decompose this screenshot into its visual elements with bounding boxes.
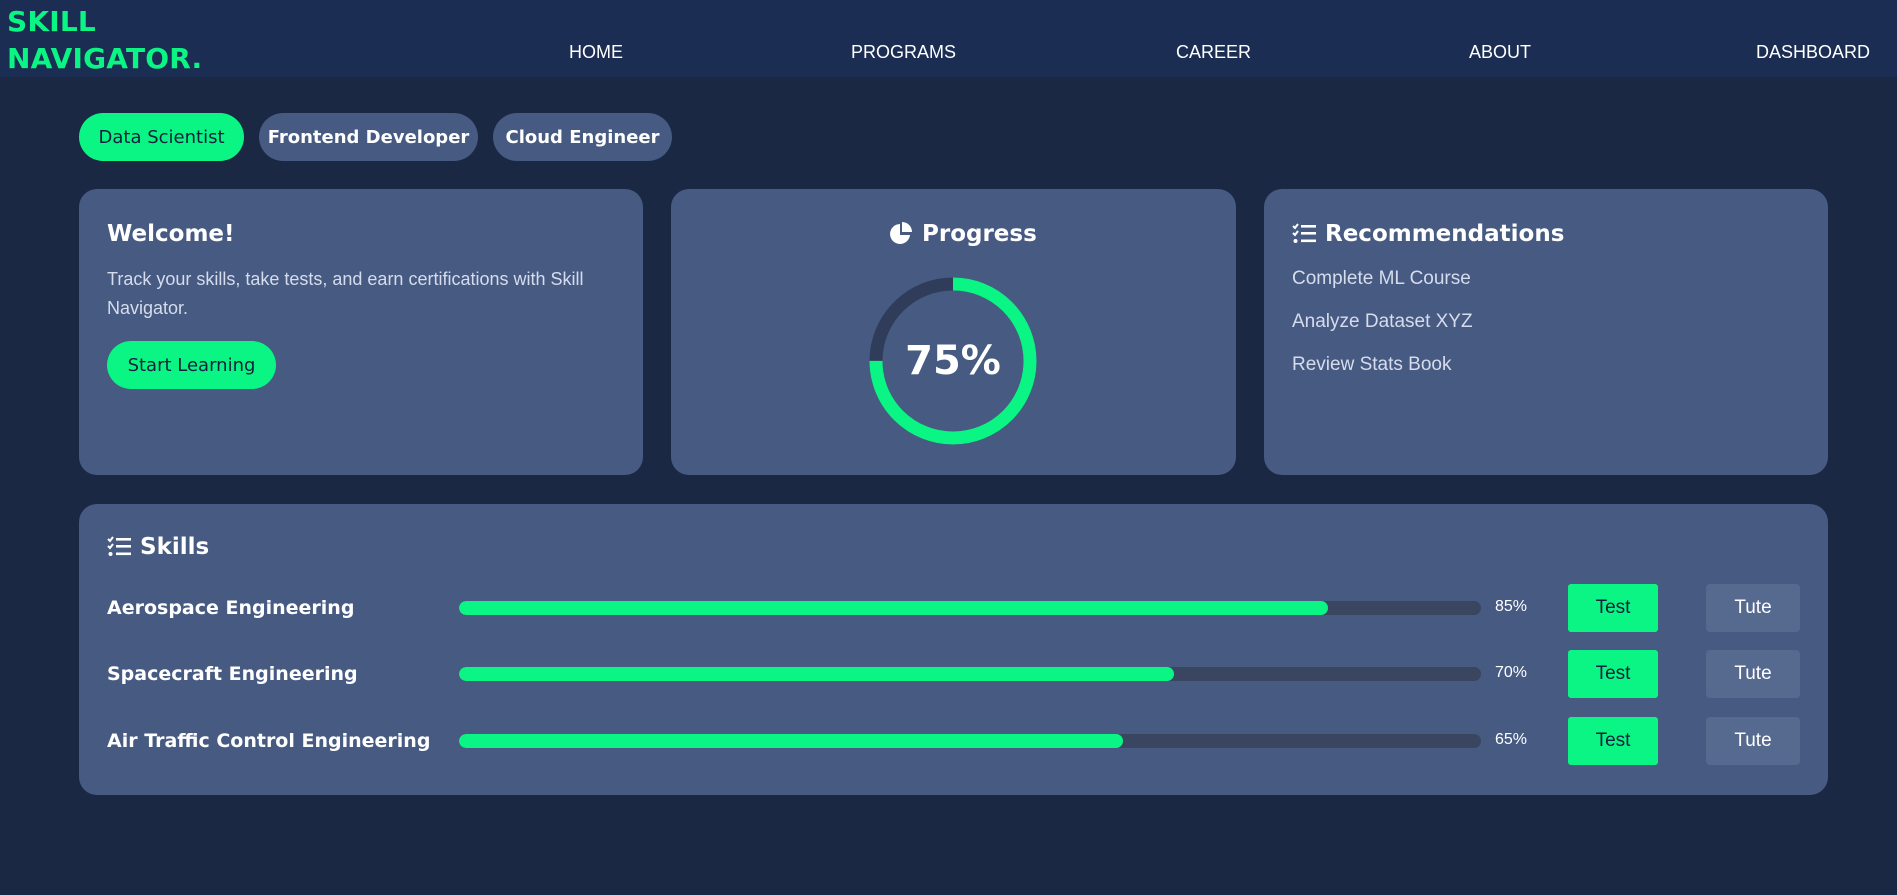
skill-name: Air Traffic Control Engineering bbox=[107, 730, 431, 752]
test-button[interactable]: Test bbox=[1568, 584, 1658, 632]
skill-progress-fill bbox=[459, 734, 1124, 748]
recommendation-item[interactable]: Analyze Dataset XYZ bbox=[1292, 311, 1473, 333]
skill-progress-fill bbox=[459, 667, 1175, 681]
recommendation-item[interactable]: Review Stats Book bbox=[1292, 354, 1451, 376]
role-pill-frontend-developer[interactable]: Frontend Developer bbox=[259, 113, 478, 161]
skill-percent: 85% bbox=[1495, 598, 1528, 615]
recommendations-header: Recommendations bbox=[1292, 221, 1564, 247]
role-pill-data-scientist[interactable]: Data Scientist bbox=[79, 113, 244, 161]
progress-ring: 75% bbox=[868, 276, 1038, 446]
recommendations-title: Recommendations bbox=[1325, 221, 1565, 247]
skill-progress-fill bbox=[459, 601, 1328, 615]
test-button[interactable]: Test bbox=[1568, 650, 1658, 698]
skill-progress-bar bbox=[459, 667, 1481, 681]
skill-percent: 70% bbox=[1495, 664, 1528, 681]
recommendation-item[interactable]: Complete ML Course bbox=[1292, 268, 1471, 290]
checklist-icon bbox=[1292, 223, 1316, 245]
test-button[interactable]: Test bbox=[1568, 717, 1658, 765]
skills-card: Skills Aerospace Engineering 85% Test Tu… bbox=[79, 504, 1828, 795]
skill-percent: 65% bbox=[1495, 731, 1528, 748]
progress-card: Progress 75% bbox=[671, 189, 1236, 475]
nav-home[interactable]: HOME bbox=[569, 40, 623, 64]
welcome-title: Welcome! bbox=[107, 221, 235, 247]
brand-logo[interactable]: SKILL NAVIGATOR. bbox=[7, 3, 202, 77]
top-navbar: SKILL NAVIGATOR. HOME PROGRAMS CAREER AB… bbox=[0, 0, 1897, 77]
skill-name: Spacecraft Engineering bbox=[107, 663, 358, 685]
tute-button[interactable]: Tute bbox=[1706, 650, 1800, 698]
pie-chart-icon bbox=[889, 222, 913, 246]
progress-title: Progress bbox=[922, 221, 1037, 247]
tute-button[interactable]: Tute bbox=[1706, 717, 1800, 765]
role-pill-cloud-engineer[interactable]: Cloud Engineer bbox=[493, 113, 672, 161]
tute-button[interactable]: Tute bbox=[1706, 584, 1800, 632]
brand-line-1: SKILL bbox=[7, 5, 96, 38]
nav-career[interactable]: CAREER bbox=[1176, 40, 1251, 64]
start-learning-button[interactable]: Start Learning bbox=[107, 341, 276, 389]
skills-title: Skills bbox=[140, 534, 210, 560]
progress-header: Progress bbox=[889, 221, 1037, 247]
skill-progress-bar bbox=[459, 734, 1481, 748]
brand-line-2: NAVIGATOR. bbox=[7, 42, 203, 75]
progress-value: 75% bbox=[905, 338, 1001, 384]
recommendations-card: Recommendations Complete ML Course Analy… bbox=[1264, 189, 1828, 475]
checklist-icon bbox=[107, 536, 131, 558]
nav-about[interactable]: ABOUT bbox=[1469, 40, 1531, 64]
welcome-card: Welcome! Track your skills, take tests, … bbox=[79, 189, 643, 475]
skills-header: Skills bbox=[107, 534, 209, 560]
skill-progress-bar bbox=[459, 601, 1481, 615]
welcome-text: Track your skills, take tests, and earn … bbox=[107, 269, 584, 318]
nav-programs[interactable]: PROGRAMS bbox=[851, 40, 956, 64]
nav-dashboard[interactable]: DASHBOARD bbox=[1756, 40, 1870, 64]
skill-name: Aerospace Engineering bbox=[107, 597, 355, 619]
